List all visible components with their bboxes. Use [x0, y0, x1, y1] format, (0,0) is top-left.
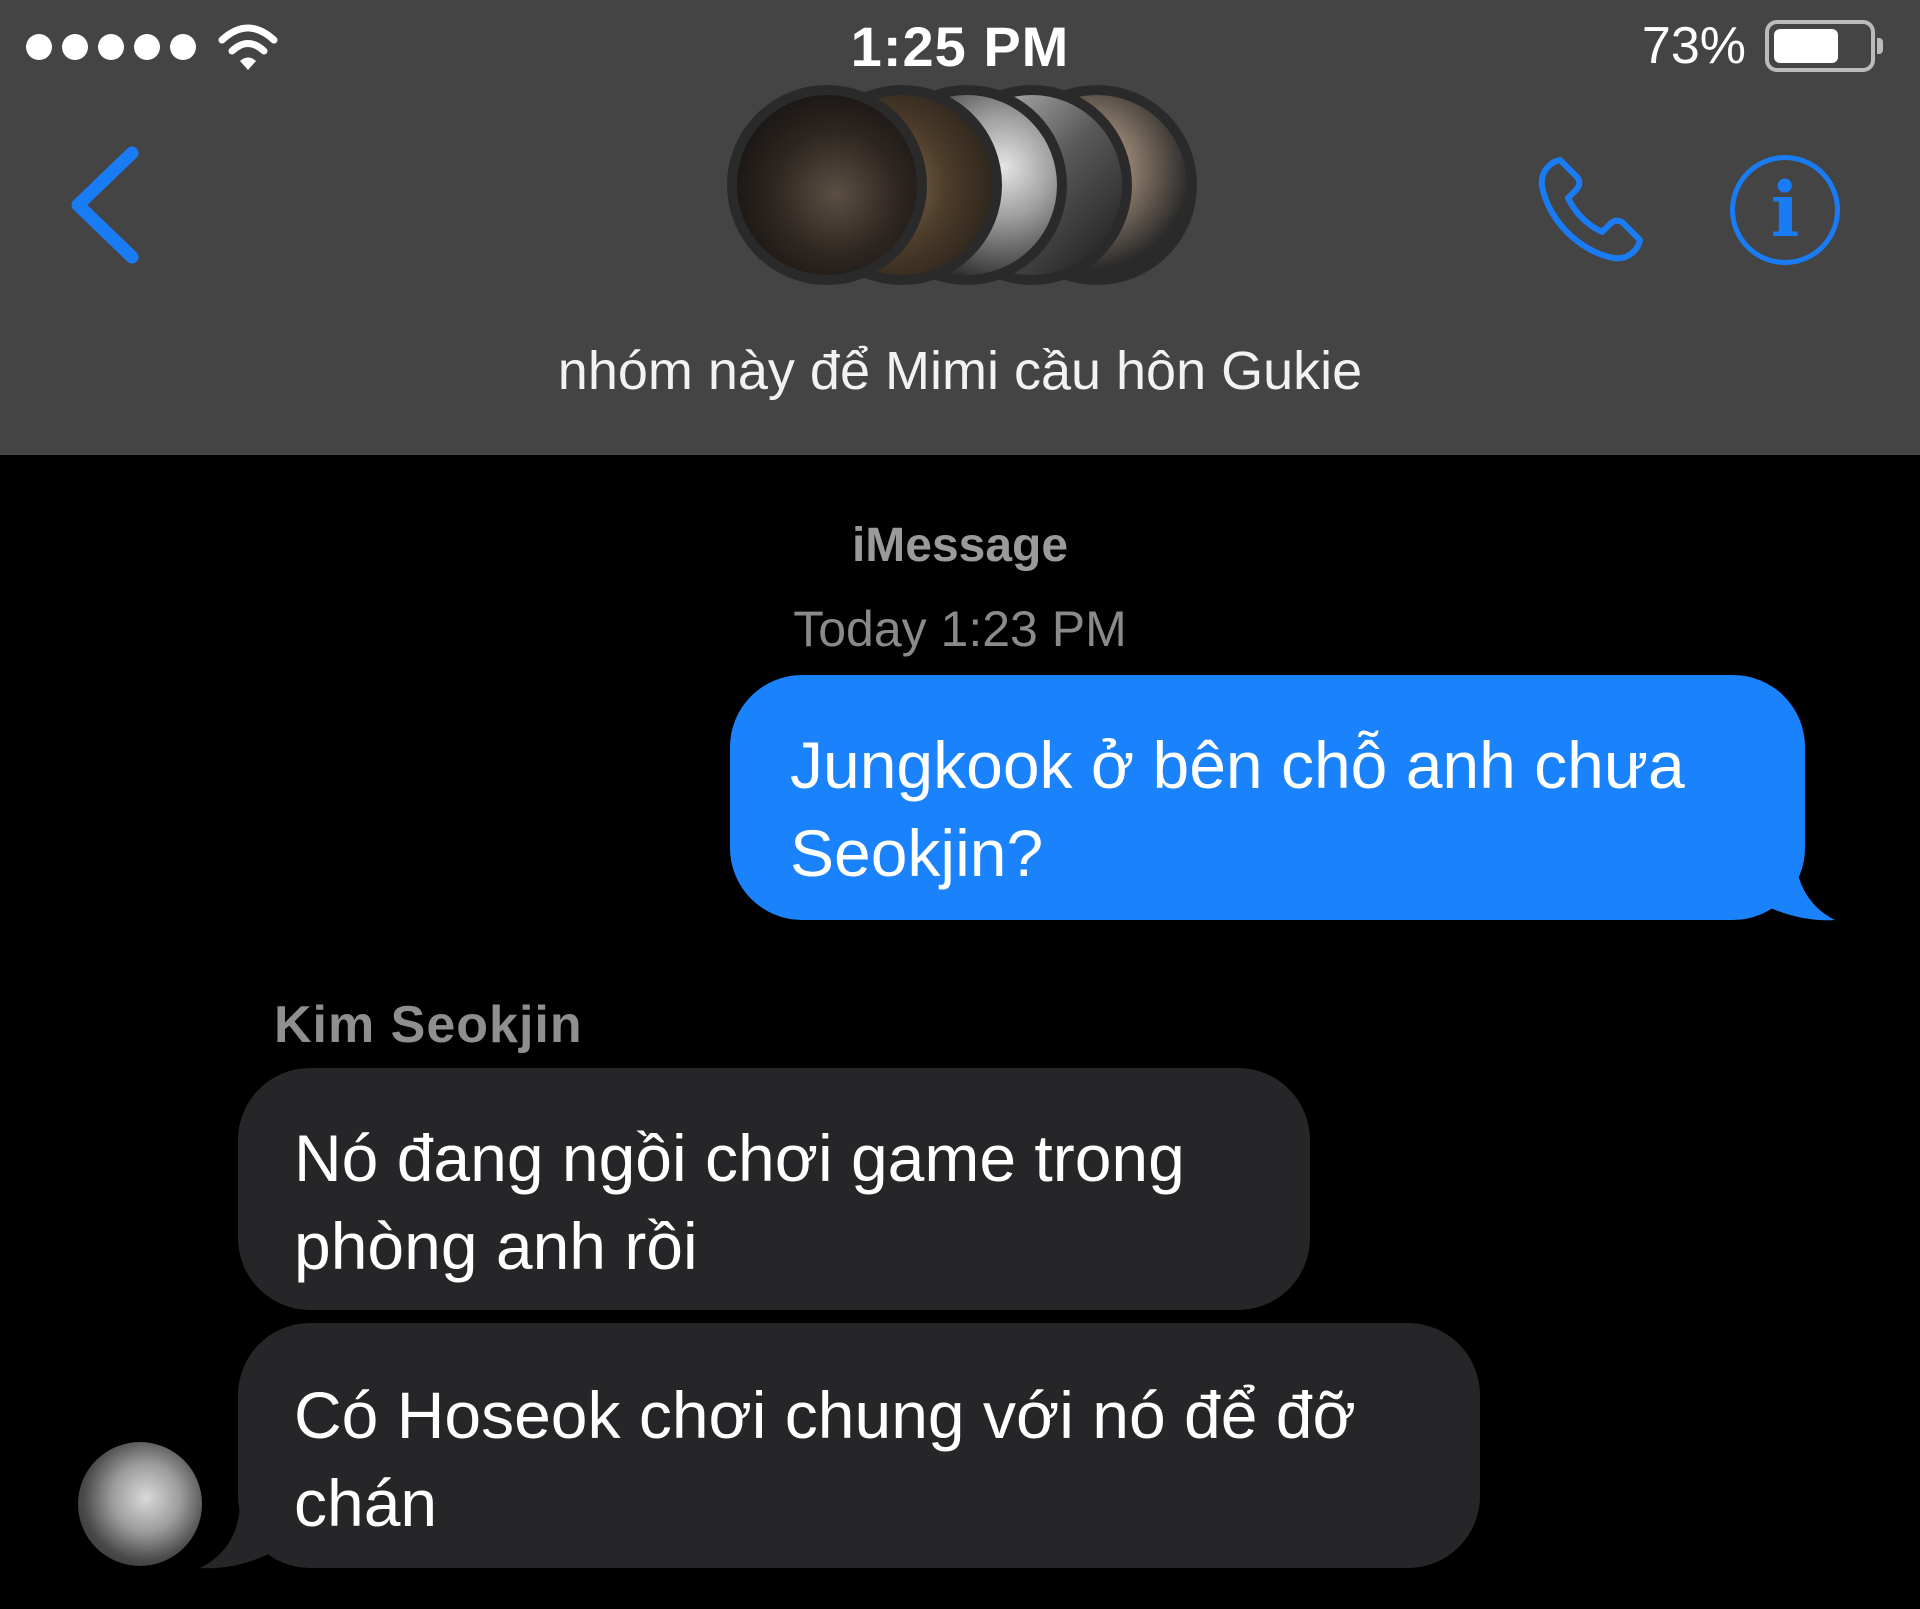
message-text-line: Jungkook ở bên chỗ anh chưa	[790, 728, 1685, 802]
battery-percentage: 73%	[1641, 17, 1746, 75]
sender-avatar[interactable]	[78, 1442, 202, 1566]
bubble-tail-icon	[1755, 850, 1835, 921]
incoming-message-bubble[interactable]: Nó đang ngồi chơi game trong phòng anh r…	[238, 1068, 1310, 1310]
battery-level	[1774, 29, 1839, 63]
phone-icon[interactable]	[1530, 150, 1650, 270]
message-text-line: phòng anh rồi	[294, 1209, 698, 1283]
message-text-line: Nó đang ngồi chơi game trong	[294, 1121, 1185, 1195]
status-time: 1:25 PM	[850, 15, 1070, 78]
navigation-header: 1:25 PM 73% nhóm này để Mimi cầu hôn Guk…	[0, 0, 1920, 455]
bubble-tail-icon	[200, 1500, 280, 1569]
back-chevron-icon[interactable]	[60, 145, 150, 265]
service-label: iMessage	[851, 519, 1069, 572]
info-icon[interactable]: i	[1730, 155, 1840, 265]
incoming-message-bubble[interactable]: Có Hoseok chơi chung với nó để đỡ chán	[238, 1323, 1480, 1568]
avatar	[727, 85, 927, 285]
group-avatars[interactable]	[727, 85, 1197, 305]
message-timestamp: Today 1:23 PM	[793, 601, 1127, 657]
battery-icon	[1765, 20, 1883, 72]
message-text-line: chán	[294, 1466, 438, 1540]
outgoing-message-bubble[interactable]: Jungkook ở bên chỗ anh chưa Seokjin?	[730, 675, 1805, 920]
group-name[interactable]: nhóm này để Mimi cầu hôn Gukie	[0, 340, 1920, 402]
message-text-line: Seokjin?	[790, 816, 1044, 890]
sender-name: Kim Seokjin	[274, 996, 583, 1054]
status-bar: 1:25 PM 73%	[0, 0, 1920, 95]
message-text-line: Có Hoseok chơi chung với nó để đỡ	[294, 1378, 1356, 1452]
